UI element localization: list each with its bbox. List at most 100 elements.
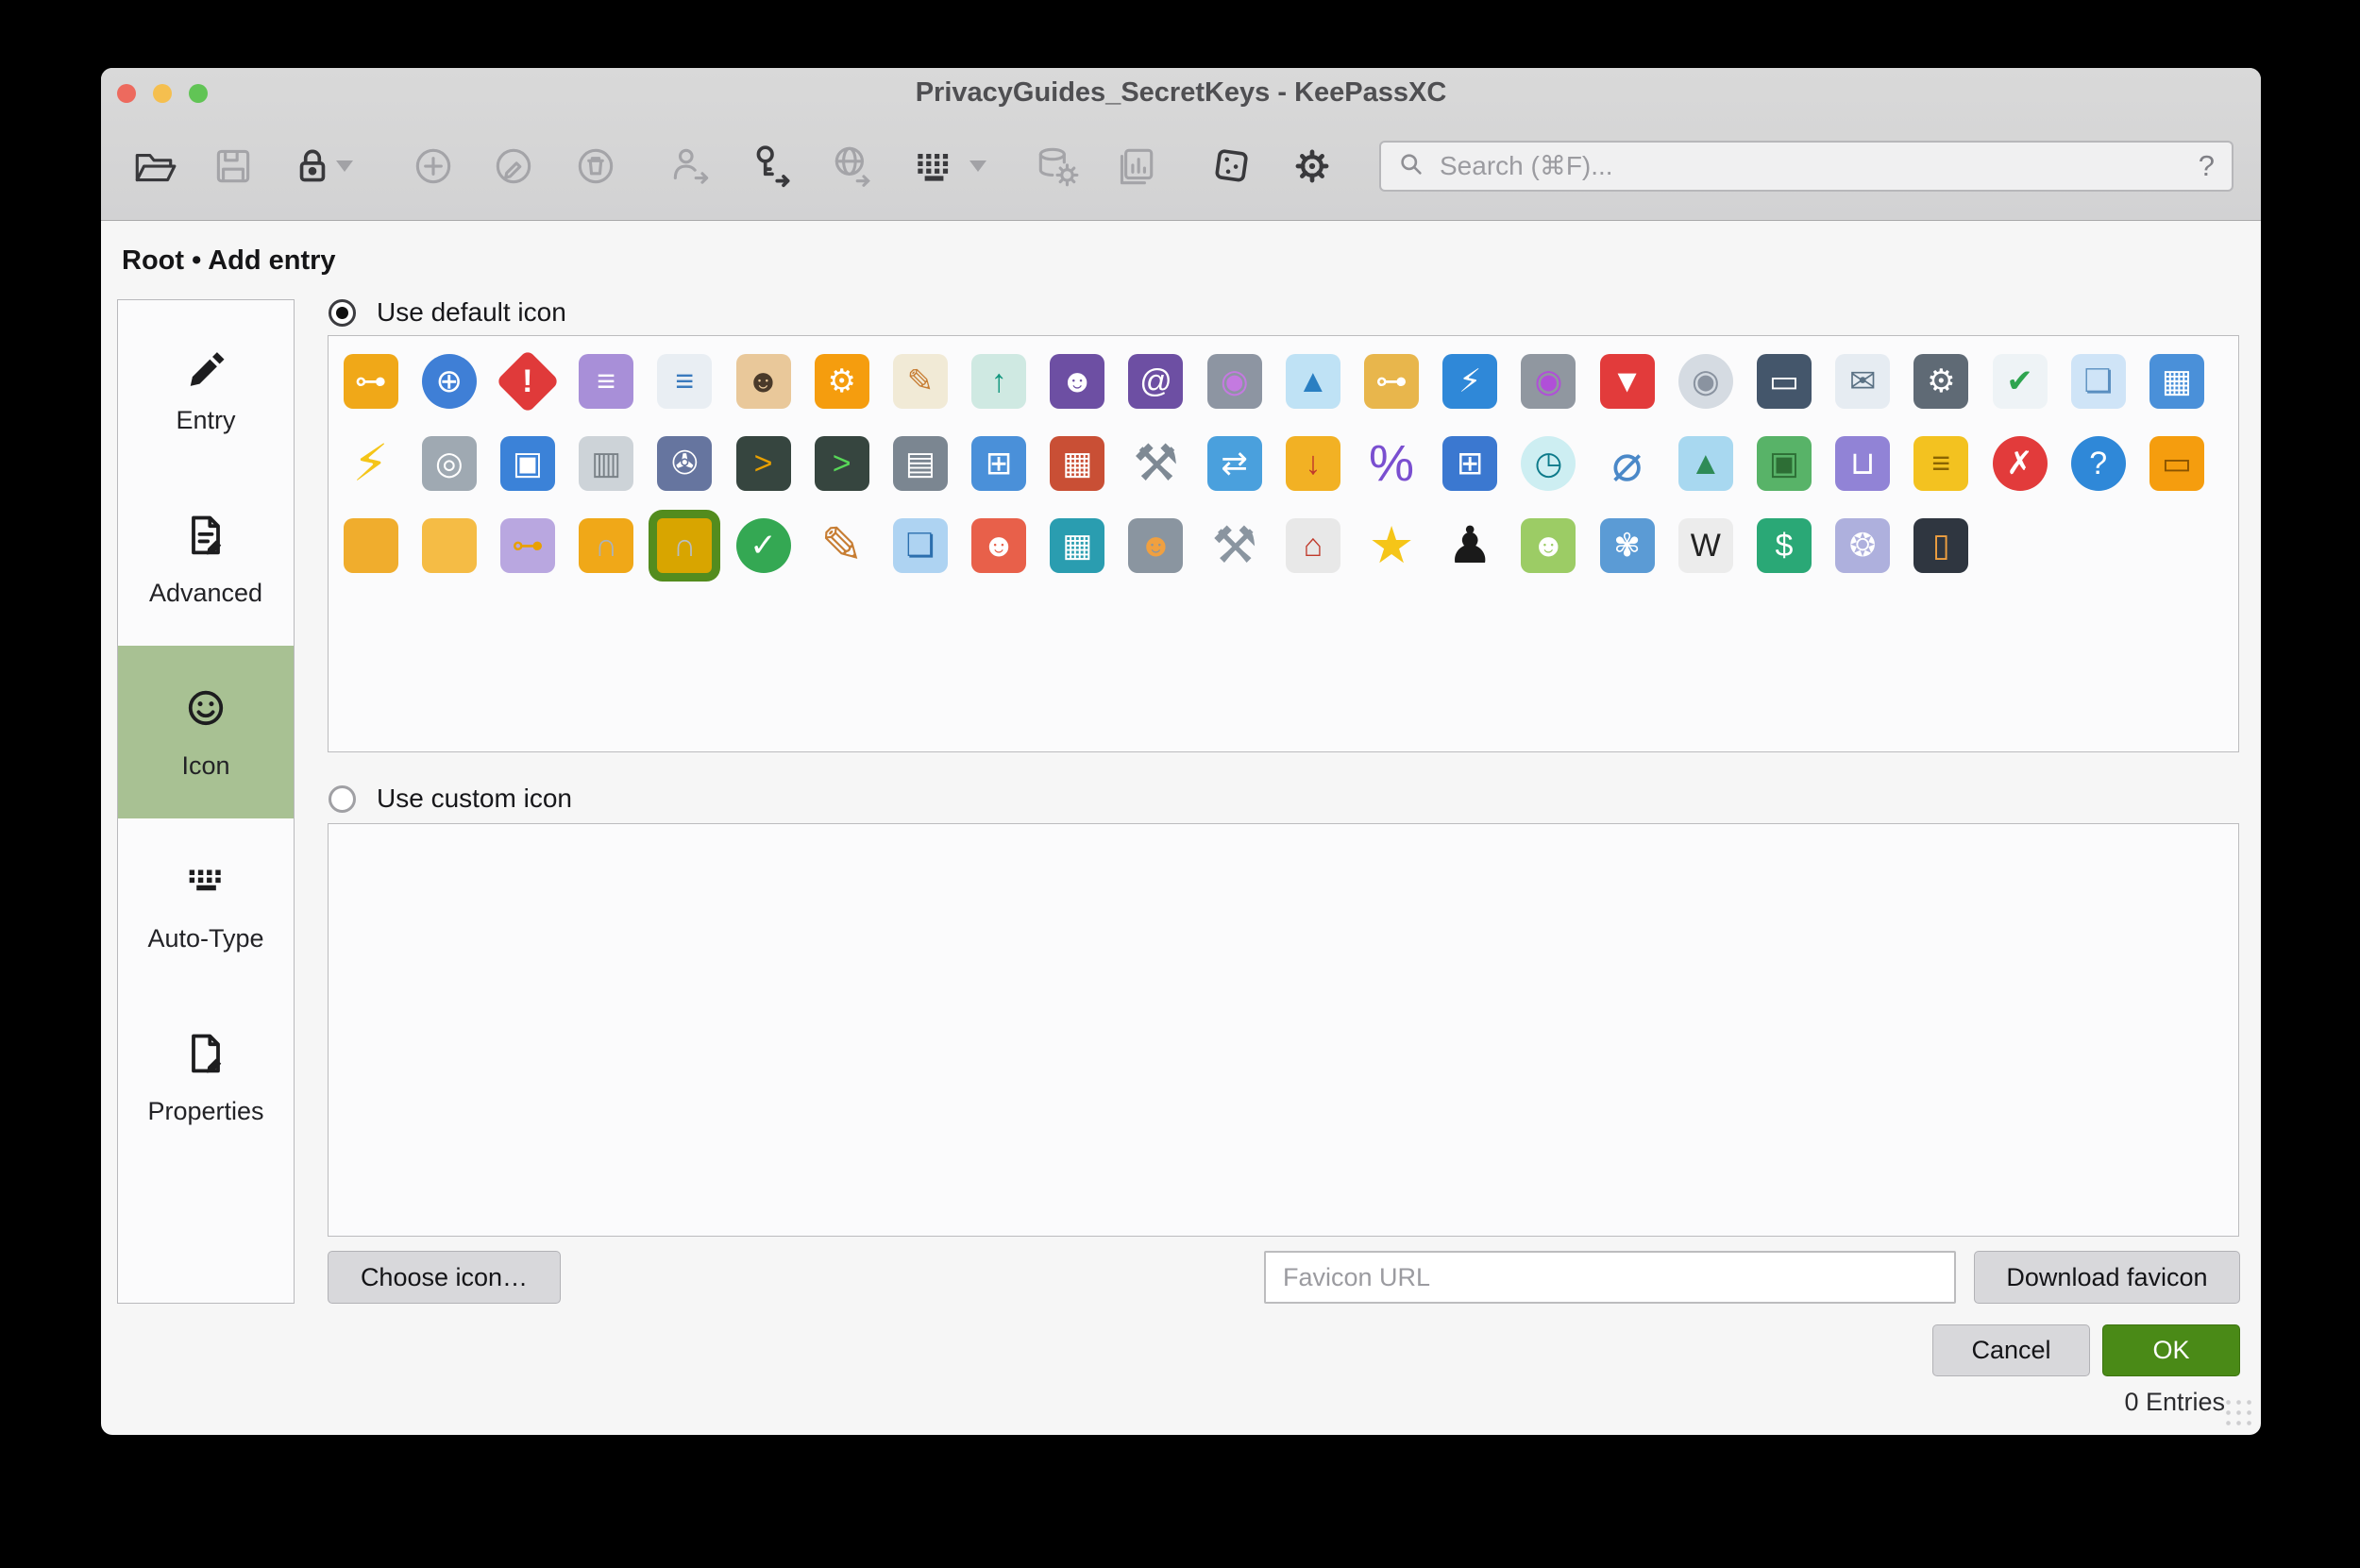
default-icon-spreadsheet[interactable]: ▦	[1038, 504, 1117, 586]
default-icon-clipboard[interactable]: ≡	[646, 340, 724, 422]
default-icon-folder[interactable]	[331, 504, 410, 586]
default-icon-money[interactable]: $	[1745, 504, 1823, 586]
default-icon-folder-open[interactable]	[410, 504, 488, 586]
settings-button[interactable]	[1288, 143, 1337, 193]
default-icon-network-nodes[interactable]: ⊞	[960, 422, 1038, 504]
default-icon-wrench[interactable]: ⚒	[1117, 422, 1195, 504]
default-icon-linux[interactable]: ♟	[1431, 504, 1509, 586]
add-entry-button[interactable]	[409, 143, 458, 193]
default-icon-user-business[interactable]: ☻	[724, 340, 802, 422]
default-icon-server-key[interactable]: ⊶	[488, 504, 566, 586]
default-icon-lock-open[interactable]: ∩	[567, 504, 646, 586]
default-icon-percent[interactable]: %	[1352, 422, 1430, 504]
choose-icon-button[interactable]: Choose icon…	[328, 1251, 561, 1304]
default-icon-projector[interactable]: ◉	[1509, 340, 1588, 422]
default-icon-trash[interactable]: ⊔	[1824, 422, 1902, 504]
default-icon-pencil[interactable]: ✎	[802, 504, 881, 586]
default-icon-floppy[interactable]: ▣	[488, 422, 566, 504]
default-icon-help[interactable]: ?	[2059, 422, 2137, 504]
default-icon-folder-download[interactable]: ↓	[1273, 422, 1352, 504]
edit-entry-button[interactable]	[489, 143, 538, 193]
default-icon-plug[interactable]: ⚡	[1431, 340, 1509, 422]
default-icon-envelope[interactable]: ✉	[1824, 340, 1902, 422]
default-icon-android[interactable]: ☻	[1509, 504, 1588, 586]
default-icon-at-sign[interactable]: @	[1117, 340, 1195, 422]
default-icon-monitor[interactable]: ▭	[1745, 340, 1823, 422]
default-icon-wikipedia[interactable]: W	[1666, 504, 1745, 586]
default-icon-apple[interactable]: ✾	[1588, 504, 1666, 586]
default-icon-gear-dark[interactable]: ⚙	[1902, 340, 1981, 422]
reports-button[interactable]	[1110, 143, 1159, 193]
autotype-dropdown-caret[interactable]	[969, 160, 986, 172]
default-icon-camera[interactable]: ◉	[1195, 340, 1273, 422]
default-icon-gears[interactable]: ⚙	[802, 340, 881, 422]
autotype-button[interactable]	[909, 143, 958, 193]
default-icon-keychain[interactable]: ⊶	[1352, 340, 1430, 422]
default-icon-terminal[interactable]: >	[802, 422, 881, 504]
save-database-button[interactable]	[209, 143, 258, 193]
default-icon-landscape[interactable]: ▲	[1666, 422, 1745, 504]
default-icon-film-reel[interactable]: ✇	[646, 422, 724, 504]
sidebar-item-advanced[interactable]: Advanced	[118, 473, 294, 646]
search-input[interactable]	[1438, 150, 2199, 182]
radio-unselected-icon[interactable]	[329, 785, 356, 813]
default-icon-printer[interactable]: ▤	[881, 422, 959, 504]
delete-entry-button[interactable]	[571, 143, 620, 193]
database-settings-button[interactable]	[1032, 143, 1081, 193]
use-custom-icon-radio[interactable]: Use custom icon	[329, 784, 572, 814]
sidebar-item-icon[interactable]: Icon	[118, 646, 294, 818]
default-icon-window-layout[interactable]: ▦	[2137, 340, 2216, 422]
ok-button[interactable]: OK	[2102, 1324, 2240, 1376]
default-icon-cd[interactable]: ◉	[1666, 340, 1745, 422]
default-icon-safe[interactable]: ◎	[410, 422, 488, 504]
default-icon-star[interactable]: ★	[1352, 504, 1430, 586]
default-icon-clock[interactable]: ◷	[1509, 422, 1588, 504]
default-icon-photo[interactable]: ❏	[881, 504, 959, 586]
default-icon-notes[interactable]: ≡	[1902, 422, 1981, 504]
copy-password-button[interactable]	[748, 143, 797, 193]
default-icon-server-shield[interactable]: ≡	[567, 340, 646, 422]
default-icon-globe[interactable]: ⊕	[410, 340, 488, 422]
cancel-button[interactable]: Cancel	[1932, 1324, 2090, 1376]
default-icon-chip[interactable]: ▣	[1745, 422, 1823, 504]
use-default-icon-radio[interactable]: Use default icon	[329, 297, 566, 328]
download-favicon-button[interactable]: Download favicon	[1974, 1251, 2240, 1304]
copy-url-button[interactable]	[828, 143, 877, 193]
sidebar-item-entry[interactable]: Entry	[118, 300, 294, 473]
default-icon-contact-book[interactable]: ☻	[960, 504, 1038, 586]
favicon-url-input[interactable]	[1264, 1251, 1956, 1304]
lock-database-button[interactable]	[288, 143, 337, 193]
default-icon-beacon[interactable]: ▲	[1273, 340, 1352, 422]
sidebar-item-autotype[interactable]: Auto-Type	[118, 818, 294, 991]
default-icon-clipboard-check[interactable]: ✔	[1981, 340, 2059, 422]
default-icon-network-drive[interactable]: ▥	[567, 422, 646, 504]
default-icon-firewall[interactable]: ▦	[1038, 422, 1117, 504]
default-icon-drawer[interactable]: ▭	[2137, 422, 2216, 504]
sidebar-item-properties[interactable]: Properties	[118, 991, 294, 1164]
resize-grip[interactable]	[2223, 1397, 2257, 1431]
default-icon-user-desk[interactable]: ☻	[1117, 504, 1195, 586]
default-icon-tools[interactable]: ⚒	[1195, 504, 1273, 586]
default-icon-certificate[interactable]: ❂	[1824, 504, 1902, 586]
default-icon-terminal-key[interactable]: >	[724, 422, 802, 504]
default-icon-document[interactable]: ❏	[2059, 340, 2137, 422]
open-database-button[interactable]	[129, 143, 178, 193]
default-icon-cancel[interactable]: ✗	[1981, 422, 2059, 504]
default-icon-warning[interactable]: !	[488, 340, 566, 422]
default-icon-arrow-up[interactable]: ↑	[960, 340, 1038, 422]
default-icon-smartphone[interactable]: ▯	[1902, 504, 1981, 586]
default-icon-lock[interactable]: ∩	[646, 504, 724, 586]
default-icon-key[interactable]: ⊶	[331, 340, 410, 422]
default-icon-magnifier[interactable]: ⌀	[1588, 422, 1666, 504]
default-icon-notepad[interactable]: ✎	[881, 340, 959, 422]
radio-selected-icon[interactable]	[329, 299, 356, 327]
copy-username-button[interactable]	[666, 143, 716, 193]
default-icon-contact[interactable]: ☻	[1038, 340, 1117, 422]
default-icon-check[interactable]: ✓	[724, 504, 802, 586]
lock-dropdown-caret[interactable]	[336, 160, 353, 172]
default-icon-windows-monitor[interactable]: ⊞	[1431, 422, 1509, 504]
search-field[interactable]: ?	[1379, 141, 2234, 192]
custom-icon-list[interactable]	[328, 823, 2239, 1237]
default-icon-network-monitor[interactable]: ⇄	[1195, 422, 1273, 504]
default-icon-bookmark[interactable]: ▼	[1588, 340, 1666, 422]
